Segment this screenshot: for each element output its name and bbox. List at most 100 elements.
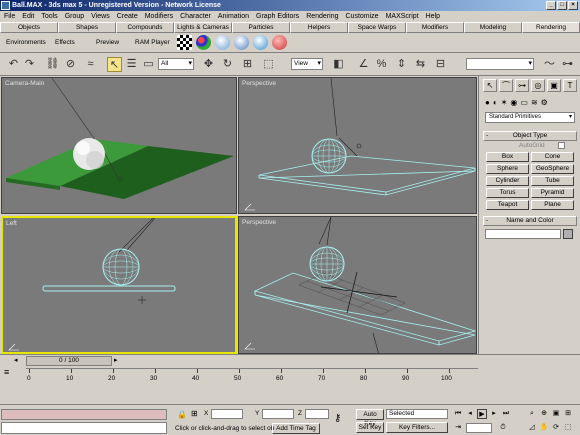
plane-button[interactable]: Plane <box>531 200 574 210</box>
menu-character[interactable]: Character <box>180 11 211 22</box>
cylinder-button[interactable]: Cylinder <box>486 176 529 186</box>
tab-particles[interactable]: Particles <box>232 22 290 33</box>
torus-button[interactable]: Torus <box>486 188 529 198</box>
menu-create[interactable]: Create <box>117 11 138 22</box>
helpers-icon[interactable]: ▭ <box>520 98 528 107</box>
tab-rendering[interactable]: Rendering <box>522 22 580 33</box>
z-coord-field[interactable] <box>305 409 329 419</box>
object-color-swatch[interactable] <box>563 229 573 239</box>
track-bar[interactable]: 0 10 20 30 40 50 60 70 80 90 100 <box>26 368 478 384</box>
named-selection-dropdown[interactable] <box>466 58 534 70</box>
current-frame-field[interactable] <box>466 423 492 433</box>
render-last-icon[interactable] <box>253 35 268 50</box>
menu-maxscript[interactable]: MAXScript <box>386 11 419 22</box>
menu-edit[interactable]: Edit <box>22 11 34 22</box>
menu-views[interactable]: Views <box>91 11 110 22</box>
redo-icon[interactable]: ↷ <box>22 57 37 72</box>
viewport-perspective-bottom[interactable]: Perspective <box>238 216 477 354</box>
cone-button[interactable]: Cone <box>531 152 574 162</box>
viewport-camera-main[interactable]: Camera-Main <box>1 77 237 214</box>
select-scale-icon[interactable]: ⊞ <box>240 57 255 72</box>
percent-snap-icon[interactable]: % <box>374 57 389 72</box>
menu-tools[interactable]: Tools <box>41 11 57 22</box>
maxscript-listener-mini[interactable] <box>1 409 167 420</box>
time-config-icon[interactable]: ⏱ <box>498 423 508 433</box>
add-time-tag-button[interactable]: Add Time Tag <box>272 423 320 434</box>
key-mode-dropdown[interactable]: Selected <box>386 409 448 419</box>
viewport-left[interactable]: Left <box>1 216 237 354</box>
key-filters-button[interactable]: Key Filters... <box>386 422 448 433</box>
menu-file[interactable]: File <box>4 11 15 22</box>
schematic-view-icon[interactable]: ⊶ <box>560 57 575 72</box>
geosphere-button[interactable]: GeoSphere <box>531 164 574 174</box>
create-tab-icon[interactable]: ↖ <box>483 79 497 92</box>
zoom-extents-all-icon[interactable]: ⊞ <box>563 409 573 419</box>
menu-modifiers[interactable]: Modifiers <box>145 11 173 22</box>
tab-objects[interactable]: Objects <box>0 22 58 33</box>
activeshade-icon[interactable] <box>272 35 287 50</box>
menu-help[interactable]: Help <box>426 11 440 22</box>
maximize-button[interactable]: □ <box>557 1 567 10</box>
time-slider[interactable]: 0 / 100 <box>26 356 112 366</box>
link-icon[interactable]: ⛓ <box>45 57 60 72</box>
set-key-icon[interactable]: ⚷ <box>334 413 341 424</box>
tab-modeling[interactable]: Modeling <box>464 22 522 33</box>
ram-player-button[interactable]: RAM Player <box>131 36 174 49</box>
zoom-all-icon[interactable]: ⊕ <box>539 409 549 419</box>
select-move-icon[interactable]: ✥ <box>201 57 216 72</box>
field-of-view-icon[interactable]: ◿ <box>527 423 537 433</box>
systems-icon[interactable]: ⚙ <box>541 98 548 107</box>
auto-key-button[interactable]: Auto Key <box>356 409 384 427</box>
material-icon[interactable] <box>177 35 192 50</box>
menu-group[interactable]: Group <box>65 11 84 22</box>
geometry-icon[interactable]: ● <box>485 98 490 107</box>
track-bar-icon[interactable]: ≡ <box>4 367 9 377</box>
play-icon[interactable]: ▶ <box>477 409 487 419</box>
menu-customize[interactable]: Customize <box>346 11 379 22</box>
tab-modifiers[interactable]: Modifiers <box>406 22 464 33</box>
viewport-label[interactable]: Camera-Main <box>5 80 44 87</box>
next-key-icon[interactable]: ▸ <box>489 409 499 419</box>
sphere-button[interactable]: Sphere <box>486 164 529 174</box>
utilities-tab-icon[interactable]: T <box>563 79 577 92</box>
cameras-icon[interactable]: ◉ <box>510 98 517 107</box>
y-coord-field[interactable] <box>262 409 294 419</box>
bind-space-warp-icon[interactable]: ≈ <box>83 57 98 72</box>
render-scene-icon[interactable] <box>215 35 230 50</box>
curve-editor-icon[interactable]: 〜 <box>542 57 557 72</box>
select-rotate-icon[interactable]: ↻ <box>220 57 235 72</box>
selection-filter-dropdown[interactable]: All <box>158 58 194 70</box>
environments-button[interactable]: Environments <box>2 36 50 49</box>
select-manipulate-icon[interactable]: ⬚ <box>261 57 276 72</box>
teapot-button[interactable]: Teapot <box>486 200 529 210</box>
menu-graph-editors[interactable]: Graph Editors <box>256 11 299 22</box>
mirror-icon[interactable]: ⇆ <box>413 57 428 72</box>
tab-space-warps[interactable]: Space Warps <box>348 22 406 33</box>
rectangular-selection-icon[interactable]: ▭ <box>141 57 156 72</box>
motion-tab-icon[interactable]: ◎ <box>531 79 545 92</box>
viewport-perspective-top[interactable]: Perspective <box>238 77 477 214</box>
undo-icon[interactable]: ↶ <box>6 57 21 72</box>
tab-shapes[interactable]: Shapes <box>58 22 116 33</box>
tab-compounds[interactable]: Compounds <box>116 22 174 33</box>
space-warps-icon[interactable]: ≋ <box>531 98 538 107</box>
arc-rotate-icon[interactable]: ⟳ <box>551 423 561 433</box>
menu-rendering[interactable]: Rendering <box>306 11 338 22</box>
reference-coord-dropdown[interactable]: View <box>291 58 323 70</box>
select-by-name-icon[interactable]: ☰ <box>124 57 139 72</box>
align-icon[interactable]: ⊟ <box>433 57 448 72</box>
tab-helpers[interactable]: Helpers <box>290 22 348 33</box>
close-button[interactable]: × <box>568 1 578 10</box>
shapes-icon[interactable]: ◐ <box>493 98 498 107</box>
autogrid-checkbox[interactable] <box>558 142 565 149</box>
viewport-label[interactable]: Perspective <box>242 80 276 87</box>
viewport-label[interactable]: Left <box>6 220 17 227</box>
maximize-viewport-icon[interactable]: ⬚ <box>563 423 573 433</box>
go-to-start-icon[interactable]: ⏮ <box>453 409 463 419</box>
primitive-type-dropdown[interactable]: Standard Primitives <box>485 112 575 123</box>
pyramid-button[interactable]: Pyramid <box>531 188 574 198</box>
object-name-field[interactable] <box>485 229 561 239</box>
minimize-button[interactable]: _ <box>546 1 556 10</box>
tube-button[interactable]: Tube <box>531 176 574 186</box>
zoom-icon[interactable]: ⌕ <box>527 409 537 419</box>
